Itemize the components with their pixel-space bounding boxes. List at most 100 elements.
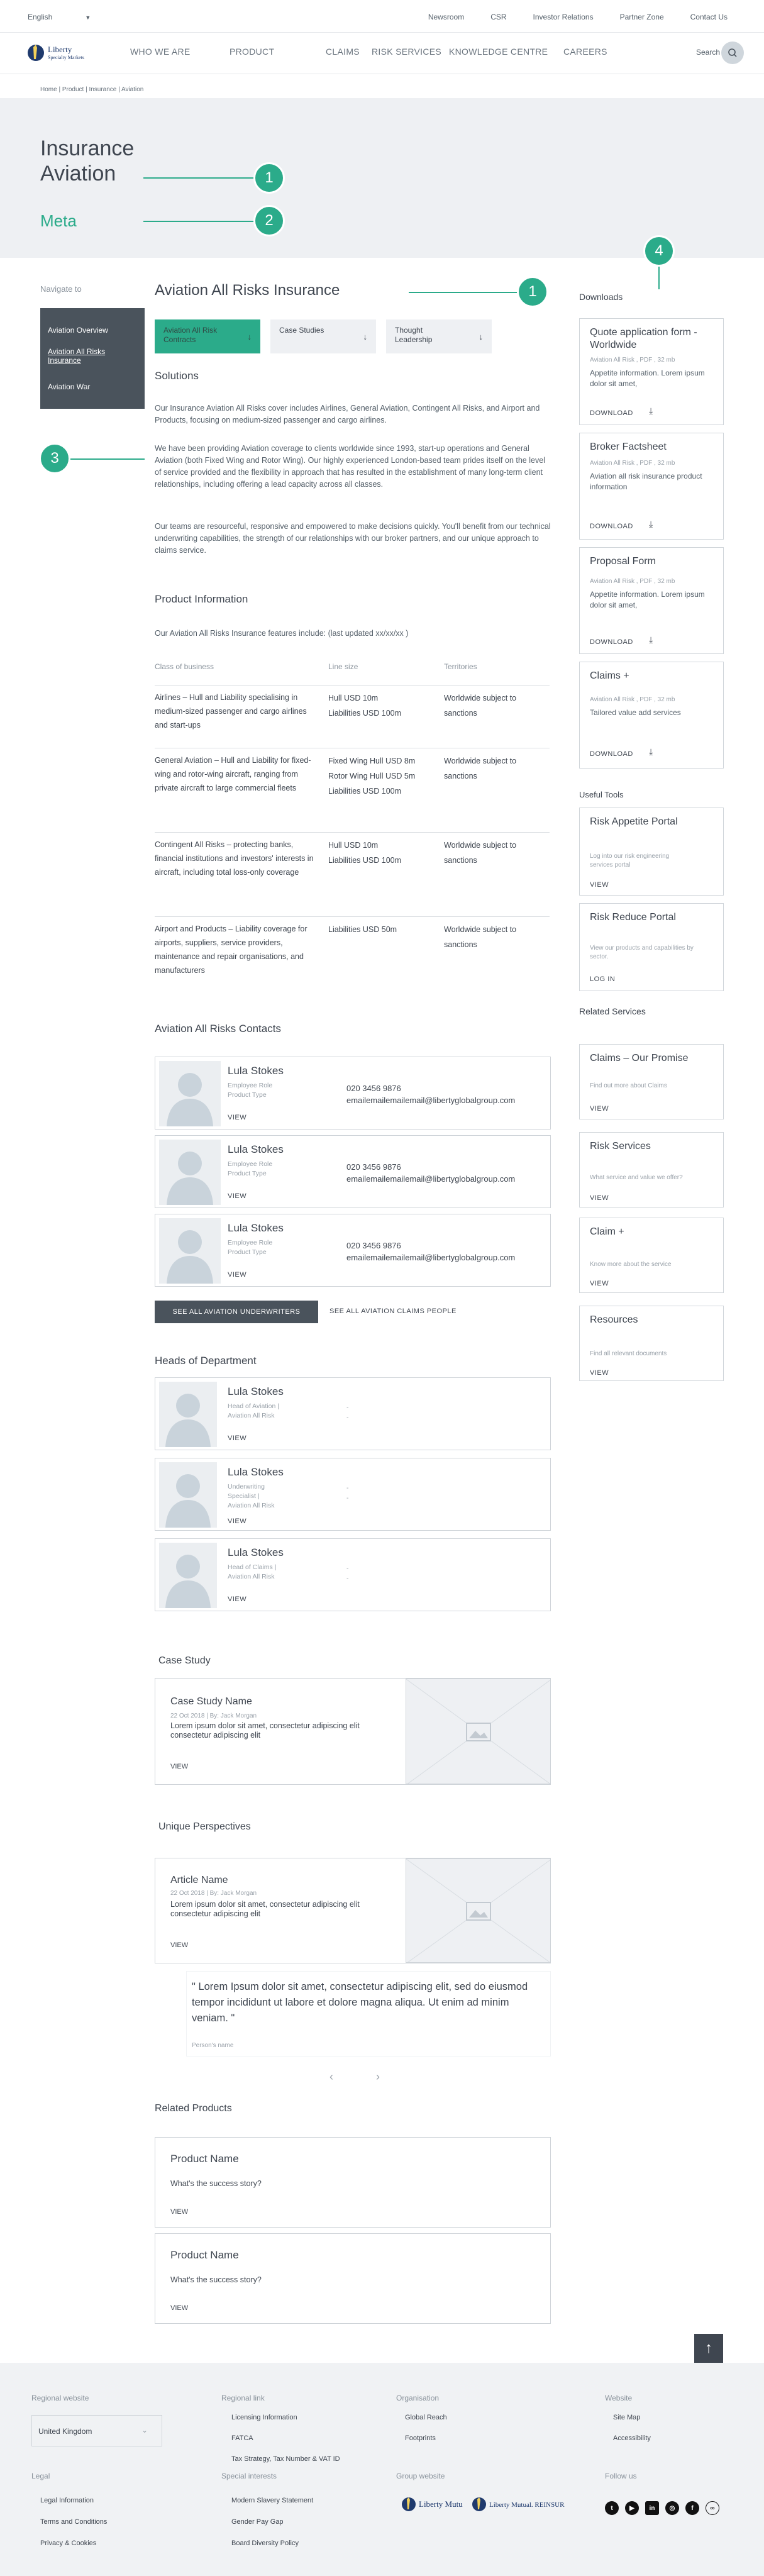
footer-link[interactable]: FATCA	[231, 2434, 253, 2442]
footer-link[interactable]: Modern Slavery Statement	[231, 2497, 313, 2504]
nav-item-careers[interactable]: CAREERS	[563, 47, 607, 57]
tab-case-studies[interactable]: Case Studies ↓	[270, 319, 376, 353]
service-card[interactable]: Risk Services What service and value we …	[579, 1132, 724, 1208]
view-link[interactable]: VIEW	[228, 1192, 246, 1200]
product-info-intro: Our Aviation All Risks Insurance feature…	[155, 629, 409, 638]
footer-link[interactable]: Terms and Conditions	[40, 2518, 107, 2526]
view-link[interactable]: VIEW	[228, 1435, 246, 1442]
view-link[interactable]: VIEW	[170, 1941, 188, 1949]
product-card[interactable]: Product Name What's the success story? V…	[155, 2233, 551, 2324]
download-icon[interactable]: ⤓	[649, 635, 653, 645]
twitter-icon[interactable]: t	[605, 2501, 619, 2515]
footer-link[interactable]: Licensing Information	[231, 2414, 297, 2421]
download-link[interactable]: DOWNLOAD	[590, 638, 633, 646]
contact-email[interactable]: emailemailemailemail@libertyglobalgroup.…	[346, 1252, 515, 1263]
nav-item-product[interactable]: PRODUCT	[230, 47, 326, 57]
service-link[interactable]: VIEW	[590, 1369, 609, 1377]
footer-link[interactable]: Privacy & Cookies	[40, 2540, 96, 2547]
utility-link-csr[interactable]: CSR	[490, 13, 506, 21]
head-card[interactable]: Lula Stokes Head of Claims | Aviation Al…	[155, 1538, 551, 1611]
tab-thought-leadership[interactable]: Thought Leadership ↓	[386, 319, 492, 353]
download-icon[interactable]: ⤓	[649, 519, 653, 530]
service-card[interactable]: Claim + Know more about the service VIEW	[579, 1218, 724, 1293]
footer-link[interactable]: Gender Pay Gap	[231, 2518, 284, 2526]
contact-card[interactable]: Lula Stokes Employee Role Product Type V…	[155, 1214, 551, 1287]
footer-link[interactable]: Tax Strategy, Tax Number & VAT ID	[231, 2455, 340, 2463]
see-all-underwriters-button[interactable]: SEE ALL AVIATION UNDERWRITERS	[155, 1301, 318, 1323]
utility-link-partner-zone[interactable]: Partner Zone	[620, 13, 664, 21]
utility-link-newsroom[interactable]: Newsroom	[428, 13, 464, 21]
service-card[interactable]: Claims – Our Promise Find out more about…	[579, 1044, 724, 1119]
footer-link[interactable]: Board Diversity Policy	[231, 2540, 299, 2547]
head-card[interactable]: Lula Stokes Underwriting Specialist | Av…	[155, 1458, 551, 1531]
tool-link[interactable]: LOG IN	[590, 975, 615, 983]
footer-link[interactable]: Accessibility	[613, 2434, 651, 2442]
contact-phone[interactable]: 020 3456 9876	[346, 1161, 401, 1173]
nav-item-knowledge-centre[interactable]: KNOWLEDGE CENTRE	[449, 47, 563, 57]
link-icon[interactable]: ∞	[706, 2501, 719, 2515]
nav-item-risk-services[interactable]: RISK SERVICES	[372, 47, 449, 57]
footer-link[interactable]: Site Map	[613, 2414, 640, 2421]
contact-phone[interactable]: 020 3456 9876	[346, 1082, 401, 1094]
contact-phone[interactable]: 020 3456 9876	[346, 1240, 401, 1252]
tool-card[interactable]: Risk Reduce Portal View our products and…	[579, 903, 724, 991]
case-study-card[interactable]: Case Study Name 22 Oct 2018 | By: Jack M…	[155, 1678, 551, 1785]
service-link[interactable]: VIEW	[590, 1194, 609, 1202]
language-selector[interactable]: English ▼	[28, 13, 91, 21]
left-nav-item-overview[interactable]: Aviation Overview	[48, 326, 108, 335]
tool-card[interactable]: Risk Appetite Portal Log into our risk e…	[579, 808, 724, 896]
download-card[interactable]: Proposal Form Aviation All Risk , PDF , …	[579, 547, 724, 654]
carousel-prev-icon[interactable]: ‹	[329, 2070, 333, 2084]
view-link[interactable]: VIEW	[228, 1596, 246, 1603]
service-card[interactable]: Resources Find all relevant documents VI…	[579, 1306, 724, 1381]
search-button[interactable]	[721, 42, 744, 64]
product-card[interactable]: Product Name What's the success story? V…	[155, 2137, 551, 2228]
contact-card[interactable]: Lula Stokes Employee Role Product Type V…	[155, 1057, 551, 1130]
liberty-mutual-logo[interactable]: Liberty Mutual.	[400, 2493, 470, 2521]
linkedin-icon[interactable]: in	[645, 2501, 659, 2515]
download-icon[interactable]: ⤓	[649, 747, 653, 757]
view-link[interactable]: VIEW	[170, 1763, 188, 1770]
left-nav-item-all-risks[interactable]: Aviation All Risks Insurance	[48, 347, 130, 365]
service-link[interactable]: VIEW	[590, 1280, 609, 1287]
youtube-icon[interactable]: ▶	[625, 2501, 639, 2515]
download-icon[interactable]: ⤓	[649, 406, 653, 416]
footer-link[interactable]: Global Reach	[405, 2414, 447, 2421]
breadcrumb[interactable]: Home | Product | Insurance | Aviation	[40, 86, 143, 93]
service-link[interactable]: VIEW	[590, 1105, 609, 1113]
see-all-claims-people-link[interactable]: SEE ALL AVIATION CLAIMS PEOPLE	[329, 1307, 457, 1315]
download-card[interactable]: Quote application form - Worldwide Aviat…	[579, 318, 724, 425]
facebook-icon[interactable]: f	[685, 2501, 699, 2515]
view-link[interactable]: VIEW	[228, 1518, 246, 1525]
utility-link-contact-us[interactable]: Contact Us	[690, 13, 728, 21]
nav-item-claims[interactable]: CLAIMS	[326, 47, 372, 57]
region-select[interactable]: United Kingdom ⌄	[31, 2415, 162, 2446]
footer-link[interactable]: Footprints	[405, 2434, 436, 2442]
brand-logo[interactable]: Liberty Specialty Markets	[28, 42, 97, 64]
nav-item-who-we-are[interactable]: WHO WE ARE	[130, 47, 230, 57]
download-card[interactable]: Claims + Aviation All Risk , PDF , 32 mb…	[579, 662, 724, 769]
instagram-icon[interactable]: ◎	[665, 2501, 679, 2515]
view-link[interactable]: VIEW	[170, 2304, 188, 2312]
download-link[interactable]: DOWNLOAD	[590, 750, 633, 758]
footer-link[interactable]: Legal Information	[40, 2497, 94, 2504]
head-card[interactable]: Lula Stokes Head of Aviation | Aviation …	[155, 1377, 551, 1450]
download-link[interactable]: DOWNLOAD	[590, 523, 633, 530]
download-link[interactable]: DOWNLOAD	[590, 409, 633, 417]
view-link[interactable]: VIEW	[170, 2208, 188, 2216]
view-link[interactable]: VIEW	[228, 1114, 246, 1121]
left-nav-item-war[interactable]: Aviation War	[48, 382, 90, 391]
back-to-top-button[interactable]: ↑	[694, 2334, 723, 2363]
tool-link[interactable]: VIEW	[590, 881, 609, 889]
utility-link-investor-relations[interactable]: Investor Relations	[533, 13, 594, 21]
contact-email[interactable]: emailemailemailemail@libertyglobalgroup.…	[346, 1173, 515, 1185]
article-card[interactable]: Article Name 22 Oct 2018 | By: Jack Morg…	[155, 1858, 551, 1963]
liberty-mutual-re-logo[interactable]: Liberty Mutual. REINSURANCE	[470, 2493, 584, 2521]
search-label[interactable]: Search	[696, 48, 720, 57]
download-card[interactable]: Broker Factsheet Aviation All Risk , PDF…	[579, 433, 724, 540]
view-link[interactable]: VIEW	[228, 1271, 246, 1279]
contact-card[interactable]: Lula Stokes Employee Role Product Type V…	[155, 1135, 551, 1208]
contact-email[interactable]: emailemailemailemail@libertyglobalgroup.…	[346, 1094, 515, 1106]
carousel-next-icon[interactable]: ›	[376, 2070, 380, 2084]
tab-contracts[interactable]: Aviation All Risk Contracts ↓	[155, 319, 260, 353]
